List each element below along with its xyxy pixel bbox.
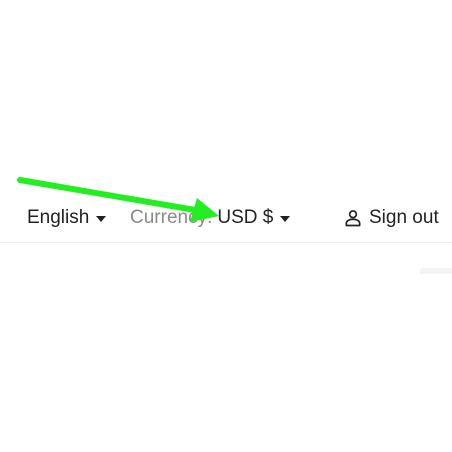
- panel-edge: [420, 268, 452, 274]
- sign-out-link[interactable]: Sign out: [343, 206, 439, 230]
- caret-down-icon: [96, 215, 107, 222]
- currency-label: Currency:: [130, 207, 213, 228]
- currency-selector[interactable]: Currency: USD $: [130, 206, 291, 230]
- sign-out-label: Sign out: [369, 207, 439, 228]
- page: English Currency: USD $ Sign out: [0, 0, 452, 452]
- caret-down-icon: [280, 215, 291, 222]
- user-icon: [345, 210, 361, 227]
- currency-value: USD $: [217, 207, 274, 228]
- content-area: [0, 247, 452, 452]
- language-selector[interactable]: English: [27, 206, 107, 230]
- top-navigation-bar: English Currency: USD $ Sign out: [0, 196, 452, 243]
- language-label: English: [27, 207, 90, 228]
